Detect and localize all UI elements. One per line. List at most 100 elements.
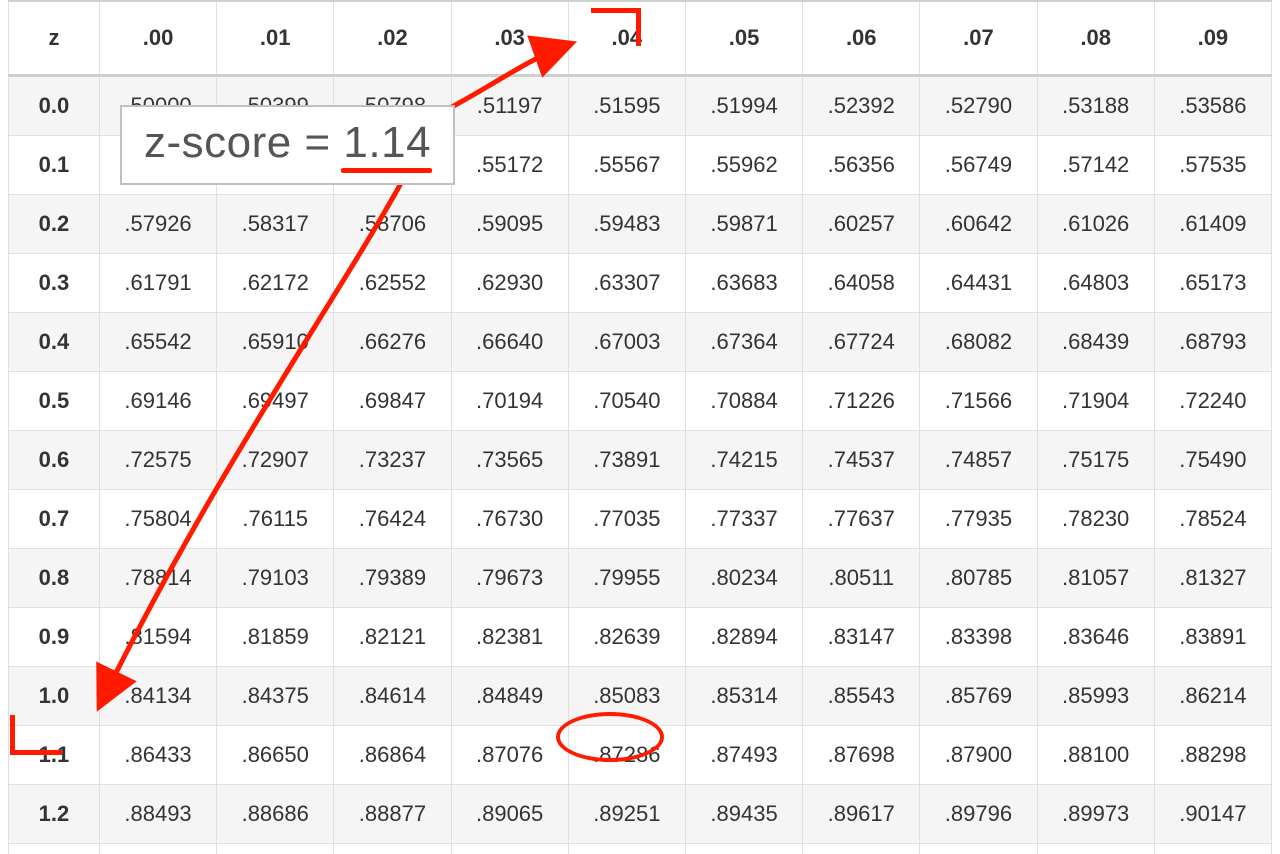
row-header: 0.8 bbox=[9, 549, 100, 608]
z-table-cell: .56749 bbox=[920, 136, 1037, 195]
z-table-cell: .83646 bbox=[1037, 608, 1154, 667]
col-header-00: .00 bbox=[99, 1, 216, 76]
table-row: 0.4.65542.65910.66276.66640.67003.67364.… bbox=[9, 313, 1272, 372]
z-table-cell: .65542 bbox=[99, 313, 216, 372]
z-table-cell: .81057 bbox=[1037, 549, 1154, 608]
z-table-cell: .76115 bbox=[217, 490, 334, 549]
z-table-cell: .53188 bbox=[1037, 76, 1154, 136]
z-table-cell: .58706 bbox=[334, 195, 451, 254]
z-table-cell: .76730 bbox=[451, 490, 568, 549]
z-table-cell: .84614 bbox=[334, 667, 451, 726]
col-header-z: z bbox=[9, 1, 100, 76]
z-table-cell: .82639 bbox=[568, 608, 685, 667]
z-table-cell: .61409 bbox=[1154, 195, 1271, 254]
z-table-cell: .73237 bbox=[334, 431, 451, 490]
z-table-cell: .88100 bbox=[1037, 726, 1154, 785]
z-table-cell: .78230 bbox=[1037, 490, 1154, 549]
z-table-cell: .55962 bbox=[685, 136, 802, 195]
z-table-cell: .65910 bbox=[217, 313, 334, 372]
table-row: 0.5.69146.69497.69847.70194.70540.70884.… bbox=[9, 372, 1272, 431]
table-row: 0.3.61791.62172.62552.62930.63307.63683.… bbox=[9, 254, 1272, 313]
z-table-cell: .75490 bbox=[1154, 431, 1271, 490]
z-table-cell: .50798 bbox=[334, 76, 451, 136]
row-header: 0.1 bbox=[9, 136, 100, 195]
z-table-cell: .72575 bbox=[99, 431, 216, 490]
z-table-cell: .74215 bbox=[685, 431, 802, 490]
table-row: 1.2.88493.88686.88877.89065.89251.89435.… bbox=[9, 785, 1272, 844]
table-row: 0.7.75804.76115.76424.76730.77035.77337.… bbox=[9, 490, 1272, 549]
col-header-06: .06 bbox=[803, 1, 920, 76]
z-table-cell: .51197 bbox=[451, 76, 568, 136]
z-table-cell: .91149 bbox=[685, 844, 802, 854]
z-table-cell: .68439 bbox=[1037, 313, 1154, 372]
col-header-02: .02 bbox=[334, 1, 451, 76]
z-table-cell: .90147 bbox=[1154, 785, 1271, 844]
row-header: 0.0 bbox=[9, 76, 100, 136]
z-table-cell: .67003 bbox=[568, 313, 685, 372]
table-row: 1.3.90320.90490.90658.90824.90988.91149.… bbox=[9, 844, 1272, 854]
z-table-cell: .83891 bbox=[1154, 608, 1271, 667]
z-table-cell: .57535 bbox=[1154, 136, 1271, 195]
z-table-cell: .68793 bbox=[1154, 313, 1271, 372]
z-table-cell: .91309 bbox=[803, 844, 920, 854]
z-table-cell: .57926 bbox=[99, 195, 216, 254]
z-table-cell: .71904 bbox=[1037, 372, 1154, 431]
z-table-cell: .86214 bbox=[1154, 667, 1271, 726]
z-table-cell: .77035 bbox=[568, 490, 685, 549]
z-table-cell: .59095 bbox=[451, 195, 568, 254]
z-table-cell: .80234 bbox=[685, 549, 802, 608]
z-table-cell: .50000 bbox=[99, 76, 216, 136]
z-table-cell: .68082 bbox=[920, 313, 1037, 372]
table-row: 0.2.57926.58317.58706.59095.59483.59871.… bbox=[9, 195, 1272, 254]
row-header: 1.0 bbox=[9, 667, 100, 726]
z-table-cell: .74537 bbox=[803, 431, 920, 490]
z-table-cell: .53586 bbox=[1154, 76, 1271, 136]
z-table-cell: .89796 bbox=[920, 785, 1037, 844]
row-header: 0.7 bbox=[9, 490, 100, 549]
z-table-cell: .88877 bbox=[334, 785, 451, 844]
z-table-cell: .80511 bbox=[803, 549, 920, 608]
row-header: 0.3 bbox=[9, 254, 100, 313]
z-table-cell: .62552 bbox=[334, 254, 451, 313]
row-header: 1.2 bbox=[9, 785, 100, 844]
z-table-cell: .70194 bbox=[451, 372, 568, 431]
z-table-cell: .62172 bbox=[217, 254, 334, 313]
row-header: 0.5 bbox=[9, 372, 100, 431]
z-table-cell: .58317 bbox=[217, 195, 334, 254]
z-table-cell: .79955 bbox=[568, 549, 685, 608]
col-header-03: .03 bbox=[451, 1, 568, 76]
z-table: z .00 .01 .02 .03 .04 .05 .06 .07 .08 .0… bbox=[8, 0, 1272, 854]
z-table-cell: .83147 bbox=[803, 608, 920, 667]
z-table-header-row: z .00 .01 .02 .03 .04 .05 .06 .07 .08 .0… bbox=[9, 1, 1272, 76]
z-table-cell: .89251 bbox=[568, 785, 685, 844]
z-table-cell: .85769 bbox=[920, 667, 1037, 726]
z-table-cell: .84134 bbox=[99, 667, 216, 726]
z-table-cell: .77337 bbox=[685, 490, 802, 549]
z-table-cell: .70884 bbox=[685, 372, 802, 431]
z-table-cell: .79673 bbox=[451, 549, 568, 608]
z-table-cell: .88686 bbox=[217, 785, 334, 844]
z-table-cell: .91466 bbox=[920, 844, 1037, 854]
col-header-05: .05 bbox=[685, 1, 802, 76]
z-table-cell: .84849 bbox=[451, 667, 568, 726]
z-table-cell: .83398 bbox=[920, 608, 1037, 667]
z-table-cell: .70540 bbox=[568, 372, 685, 431]
z-table-cell: .89065 bbox=[451, 785, 568, 844]
z-table-cell: .76424 bbox=[334, 490, 451, 549]
z-table-cell: .85083 bbox=[568, 667, 685, 726]
z-table-cell: .52392 bbox=[803, 76, 920, 136]
z-table-cell: .90988 bbox=[568, 844, 685, 854]
z-table-cell: .73891 bbox=[568, 431, 685, 490]
z-table-cell: .50399 bbox=[217, 76, 334, 136]
z-table-cell: .60257 bbox=[803, 195, 920, 254]
z-table-cell: .72907 bbox=[217, 431, 334, 490]
z-table-cell: .71566 bbox=[920, 372, 1037, 431]
row-header: 0.2 bbox=[9, 195, 100, 254]
z-table-cell: .74857 bbox=[920, 431, 1037, 490]
z-table-cell: .75804 bbox=[99, 490, 216, 549]
z-table-cell: .63683 bbox=[685, 254, 802, 313]
z-table-cell: .64058 bbox=[803, 254, 920, 313]
z-table-cell: .87076 bbox=[451, 726, 568, 785]
row-header: 1.3 bbox=[9, 844, 100, 854]
z-table-cell: .55567 bbox=[568, 136, 685, 195]
